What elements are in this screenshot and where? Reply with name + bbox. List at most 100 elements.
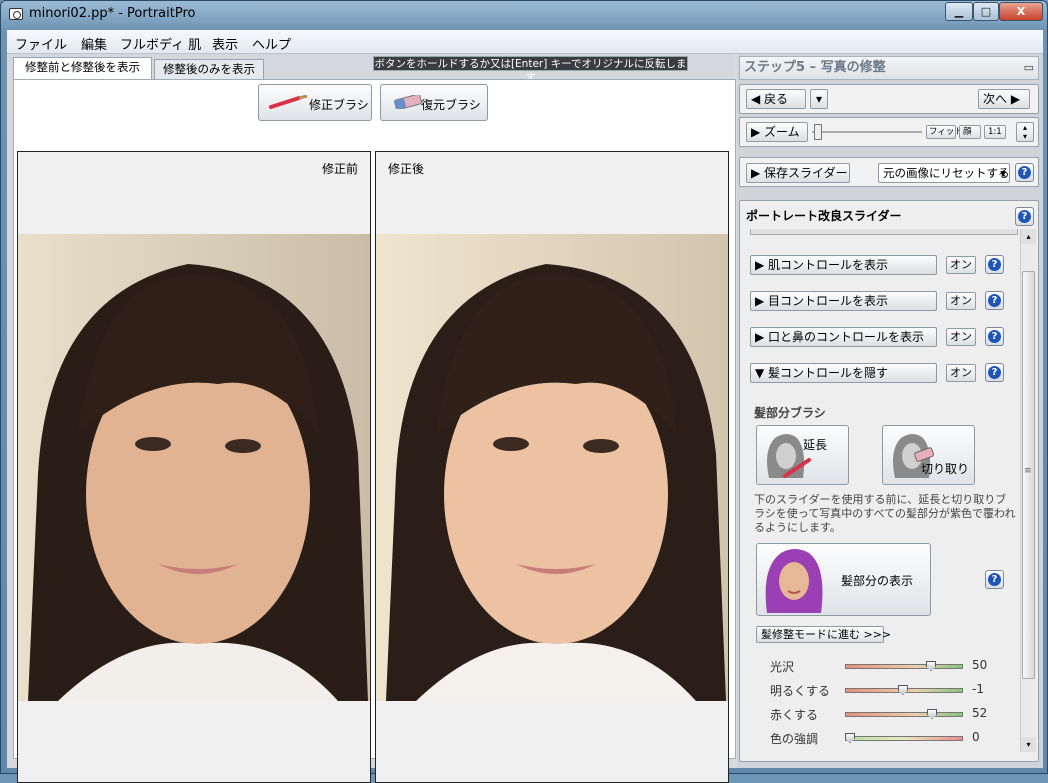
eye-on-button[interactable]: オン [946,292,976,310]
hair-preview-icon [765,549,823,613]
before-panel: 修正前 [17,151,371,783]
maximize-button[interactable]: □ [973,2,999,21]
help-icon: ? [988,330,1001,343]
menu-file[interactable]: ファイル [15,34,67,53]
menu-edit[interactable]: 編集 [81,34,107,53]
hair-brush-title: 髪部分ブラシ [754,406,826,420]
show-hair-button[interactable]: 髪部分の表示 [756,543,931,616]
help-icon: ? [1018,166,1031,179]
help-icon: ? [988,258,1001,271]
next-button[interactable]: 次へ ▶ [978,89,1030,109]
skin-on-button[interactable]: オン [946,256,976,274]
help-icon: ? [988,294,1001,307]
hair-controls-toggle[interactable]: ▼ 髪コントロールを隠す [750,363,937,383]
help-button[interactable]: ? [985,327,1004,346]
scroll-down-icon[interactable]: ▾ [1021,737,1036,752]
close-button[interactable]: X [999,2,1043,21]
eye-controls-toggle[interactable]: ▶ 目コントロールを表示 [750,291,937,311]
slider-label-color-boost: 色の強調 [770,732,819,746]
dock-icon[interactable]: ▭ [1024,57,1034,79]
controls-pane: ステップ5 – 写真の修整 ▭ ◀ 戻る ▾ 次へ ▶ ▶ ズーム フィット 顔… [737,54,1043,768]
client-area: 修整前と修整後を表示 修整後のみを表示 ボタンをホールドするか又は[Enter]… [7,54,1043,783]
back-button[interactable]: ◀ 戻る [746,89,806,109]
hair-instruction-text: 下のスライダーを使用する前に、延長と切り取りブラシを使って写真中のすべての髪部分… [754,493,1016,534]
zoom-spinner[interactable]: ▴ ▾ [1016,122,1034,142]
chevron-down-icon: ▾ [1000,166,1006,180]
zoom-box: ▶ ズーム フィット 顔 1:1 ▴ ▾ [739,117,1039,147]
after-label: 修正後 [388,162,425,176]
skin-controls-toggle[interactable]: ▶ 肌コントロールを表示 [750,255,937,275]
help-button[interactable]: ? [1015,207,1034,226]
help-button[interactable]: ? [985,291,1004,310]
slider-label-redden: 赤くする [770,708,819,722]
help-button[interactable]: ? [985,363,1004,382]
tab-before-after[interactable]: 修整前と修整後を表示 [13,57,152,80]
slider-label-brighten: 明るくする [770,684,831,698]
extend-brush-button[interactable]: 延長 [756,425,849,485]
scroll-thumb[interactable]: ≡ [1022,271,1035,679]
zoom-slider-thumb[interactable] [814,124,822,140]
slider-track-color-boost[interactable] [845,733,963,743]
help-button[interactable]: ? [1015,163,1034,182]
scroll-up-icon[interactable]: ▴ [1021,229,1036,244]
minimize-button[interactable]: ▁ [945,2,973,21]
menu-view[interactable]: 表示 [212,34,238,53]
portrait-before-image [18,234,370,701]
slider-track-brighten[interactable] [845,685,963,695]
before-photo[interactable] [18,234,370,701]
brush-icon [269,95,308,109]
fix-brush-label: 修正ブラシ [309,98,369,112]
zoom-face-button[interactable]: 顔 [959,125,981,139]
save-box: ▶ 保存スライダー 元の画像にリセットする ▾ ? [739,157,1039,187]
nav-box: ◀ 戻る ▾ 次へ ▶ [739,84,1039,114]
before-label: 修正前 [321,162,358,176]
compare-area: 修正ブラシ 復元ブラシ 修正前 修正後 [13,79,736,783]
slider-value-color-boost: 0 [972,730,980,744]
slider-label-gloss: 光沢 [770,660,795,674]
help-button[interactable]: ? [985,255,1004,274]
portrait-after-image [376,234,728,701]
advance-hair-mode-button[interactable]: 髪修整モードに進む >>> [756,626,891,643]
slider-value-brighten: -1 [972,682,984,696]
mouth-nose-on-button[interactable]: オン [946,328,976,346]
zoom-fit-button[interactable]: フィット [926,125,963,139]
slider-thumb-gloss[interactable] [926,661,936,671]
after-panel: 修正後 [375,151,729,783]
scroll-grip-icon: ≡ [1024,466,1032,476]
fix-brush-button[interactable]: 修正ブラシ [258,84,372,121]
hint-bar: ボタンをホールドするか又は[Enter] キーでオリジナルに反転します [373,56,688,84]
tab-after-only[interactable]: 修整後のみを表示 [154,59,264,79]
hair-on-button[interactable]: オン [946,364,976,382]
save-sliders-button[interactable]: ▶ 保存スライダー [746,163,850,183]
help-icon: ? [988,573,1001,586]
slider-thumb-brighten[interactable] [897,685,908,695]
slider-thumb-redden[interactable] [927,709,938,719]
help-icon: ? [988,366,1001,379]
zoom-slider-track[interactable] [812,131,922,133]
menu-body-skin[interactable]: フルボディ 肌 [120,34,201,53]
slider-track-gloss[interactable] [845,661,963,671]
window-title: minori02.pp* - PortraitPro [29,6,196,21]
image-pane: 修整前と修整後を表示 修整後のみを表示 ボタンをホールドするか又は[Enter]… [7,54,736,783]
restore-brush-label: 復元ブラシ [421,98,481,112]
after-photo[interactable] [376,234,728,701]
back-dropdown[interactable]: ▾ [810,89,828,109]
mouth-nose-controls-toggle[interactable]: ▶ 口と鼻のコントロールを表示 [750,327,937,347]
reset-select[interactable]: 元の画像にリセットする ▾ [878,163,1010,183]
portrait-sliders-title: ポートレート改良スライダー [746,209,902,223]
camera-icon [9,8,23,20]
slider-thumb-color-boost[interactable] [845,733,855,743]
step-title: ステップ5 – 写真の修整 [744,60,886,75]
show-hair-label: 髪部分の表示 [841,574,914,588]
zoom-1to1-button[interactable]: 1:1 [984,125,1006,139]
help-button[interactable]: ? [985,570,1004,589]
zoom-button[interactable]: ▶ ズーム [746,122,808,142]
menu-help[interactable]: ヘルプ [252,34,291,53]
scrollbar[interactable]: ▴ ≡ ▾ [1020,229,1036,752]
restore-brush-button[interactable]: 復元ブラシ [380,84,488,121]
cut-brush-button[interactable]: 切り取り [882,425,975,485]
portrait-sliders-box: ポートレート改良スライダー ? ▶ 肌コントロールを表示 オン ? ▶ 目コント… [739,200,1039,762]
extend-label: 延長 [803,438,828,452]
app-window: minori02.pp* - PortraitPro ▁ □ X ファイル 編集… [0,0,1048,783]
slider-track-redden[interactable] [845,709,963,719]
